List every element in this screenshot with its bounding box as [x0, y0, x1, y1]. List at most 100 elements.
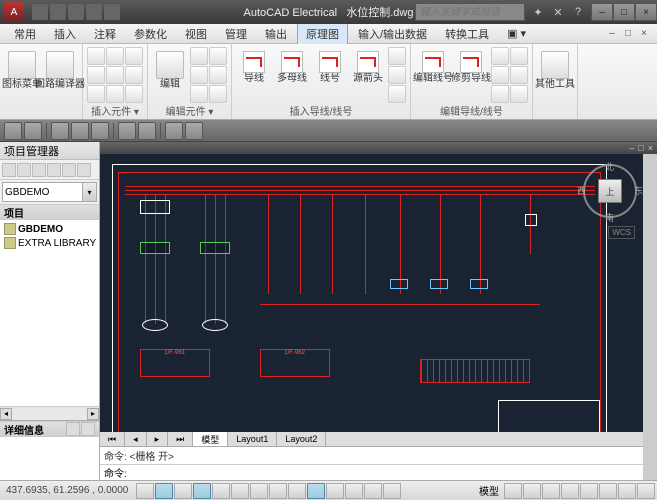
status-toggle-icon[interactable] [326, 483, 344, 499]
minimize-button[interactable]: – [591, 3, 613, 21]
command-line[interactable]: 命令: <栅格 开> 命令: [100, 446, 657, 480]
tab-parametric[interactable]: 参数化 [126, 24, 175, 44]
tab-insert[interactable]: 插入 [46, 24, 84, 44]
panel-tool-icon[interactable] [77, 163, 91, 177]
qat-redo-icon[interactable] [104, 4, 120, 20]
tool-icon[interactable] [51, 122, 69, 140]
status-toggle-icon[interactable] [288, 483, 306, 499]
status-toggle-icon[interactable] [174, 483, 192, 499]
qat-new-icon[interactable] [32, 4, 48, 20]
status-toggle-icon[interactable] [136, 483, 154, 499]
tool-icon[interactable] [91, 122, 109, 140]
icon-menu-button[interactable]: 图标菜单 [4, 51, 40, 99]
circuit-compiler-button[interactable]: 回路编译器 [42, 51, 78, 99]
project-tree[interactable]: GBDEMO EXTRA LIBRARY DEMO [0, 220, 99, 406]
tool-icon[interactable] [4, 122, 22, 140]
tool-icon[interactable] [24, 122, 42, 140]
insert-comp-icon[interactable] [87, 85, 105, 103]
insert-comp-icon[interactable] [125, 85, 143, 103]
status-right-icon[interactable] [599, 483, 617, 499]
status-right-icon[interactable] [637, 483, 655, 499]
insert-comp-icon[interactable] [106, 66, 124, 84]
tab-iodata[interactable]: 输入/输出数据 [350, 24, 435, 44]
tab-schematic[interactable]: 原理图 [297, 23, 348, 45]
tool-icon[interactable] [165, 122, 183, 140]
scroll-left-icon[interactable]: ◂ [0, 408, 12, 420]
tree-hscroll[interactable]: ◂ ▸ [0, 406, 99, 420]
edit-comp-icon[interactable] [190, 47, 208, 65]
layout-tab-1[interactable]: Layout1 [228, 432, 277, 446]
wcs-badge[interactable]: WCS [608, 226, 635, 239]
tab-nav-next-icon[interactable]: ▸ [147, 432, 169, 446]
qat-save-icon[interactable] [68, 4, 84, 20]
other-tools-button[interactable]: 其他工具 [537, 51, 573, 99]
status-right-icon[interactable] [542, 483, 560, 499]
status-toggle-icon[interactable] [383, 483, 401, 499]
tool-icon[interactable] [185, 122, 203, 140]
wire-tool-icon[interactable] [388, 47, 406, 65]
status-right-icon[interactable] [523, 483, 541, 499]
qat-undo-icon[interactable] [86, 4, 102, 20]
status-toggle-icon[interactable] [193, 483, 211, 499]
multi-bus-button[interactable]: 多母线 [274, 51, 310, 99]
insert-comp-icon[interactable] [87, 66, 105, 84]
insert-comp-icon[interactable] [106, 47, 124, 65]
insert-comp-icon[interactable] [106, 85, 124, 103]
source-arrow-button[interactable]: 源箭头 [350, 51, 386, 99]
viewcube[interactable]: 上 北 东 南 西 [581, 162, 639, 220]
layout-tab-2[interactable]: Layout2 [277, 432, 326, 446]
edit-comp-icon[interactable] [209, 85, 227, 103]
exchange-icon[interactable]: ✕ [551, 5, 565, 19]
edit-wire-icon[interactable] [491, 85, 509, 103]
edit-comp-icon[interactable] [190, 85, 208, 103]
layout-tab-model[interactable]: 模型 [193, 432, 228, 446]
mdi-minimize-icon[interactable]: – [605, 27, 619, 41]
edit-wire-icon[interactable] [491, 47, 509, 65]
tree-item[interactable]: EXTRA LIBRARY DEMO [2, 236, 97, 250]
signin-icon[interactable]: ✦ [531, 5, 545, 19]
tab-expand-icon[interactable]: ▣ ▾ [499, 25, 534, 42]
mdi-close-icon[interactable]: × [637, 27, 651, 41]
tool-icon[interactable] [71, 122, 89, 140]
status-toggle-icon[interactable] [307, 483, 325, 499]
status-toggle-icon[interactable] [231, 483, 249, 499]
edit-wire-icon[interactable] [510, 85, 528, 103]
tab-nav-last-icon[interactable]: ⏭ [168, 432, 193, 446]
viewcube-north[interactable]: 北 [605, 160, 614, 173]
status-right-icon[interactable] [561, 483, 579, 499]
mdi-restore-icon[interactable]: □ [621, 27, 635, 41]
model-space-button[interactable]: 模型 [475, 483, 503, 498]
project-combo[interactable]: ▾ [2, 182, 97, 202]
status-toggle-icon[interactable] [212, 483, 230, 499]
tab-common[interactable]: 常用 [6, 24, 44, 44]
tab-manage[interactable]: 管理 [217, 24, 255, 44]
wire-button[interactable]: 导线 [236, 51, 272, 99]
edit-wire-icon[interactable] [510, 66, 528, 84]
canvas-vscrollbar[interactable] [643, 154, 657, 480]
status-toggle-icon[interactable] [364, 483, 382, 499]
edit-component-button[interactable]: 编辑 [152, 51, 188, 99]
panel-tool-icon[interactable] [2, 163, 16, 177]
edit-comp-icon[interactable] [209, 47, 227, 65]
tool-icon[interactable] [138, 122, 156, 140]
viewcube-east[interactable]: 东 [634, 184, 643, 197]
chevron-down-icon[interactable]: ▾ [83, 182, 97, 202]
tab-nav-prev-icon[interactable]: ◂ [125, 432, 147, 446]
search-input[interactable] [415, 3, 525, 21]
status-toggle-icon[interactable] [155, 483, 173, 499]
status-right-icon[interactable] [618, 483, 636, 499]
tab-convert[interactable]: 转换工具 [437, 24, 497, 44]
tab-output[interactable]: 输出 [257, 24, 295, 44]
status-toggle-icon[interactable] [345, 483, 363, 499]
tool-icon[interactable] [118, 122, 136, 140]
maximize-button[interactable]: □ [613, 3, 635, 21]
doc-minimize-icon[interactable]: – [629, 143, 634, 153]
detail-tool-icon[interactable] [66, 422, 80, 436]
insert-comp-icon[interactable] [125, 66, 143, 84]
tab-view[interactable]: 视图 [177, 24, 215, 44]
project-combo-input[interactable] [2, 182, 83, 202]
viewcube-face[interactable]: 上 [598, 179, 622, 203]
viewcube-west[interactable]: 西 [577, 184, 586, 197]
doc-close-icon[interactable]: × [648, 143, 653, 153]
edit-wire-icon[interactable] [491, 66, 509, 84]
